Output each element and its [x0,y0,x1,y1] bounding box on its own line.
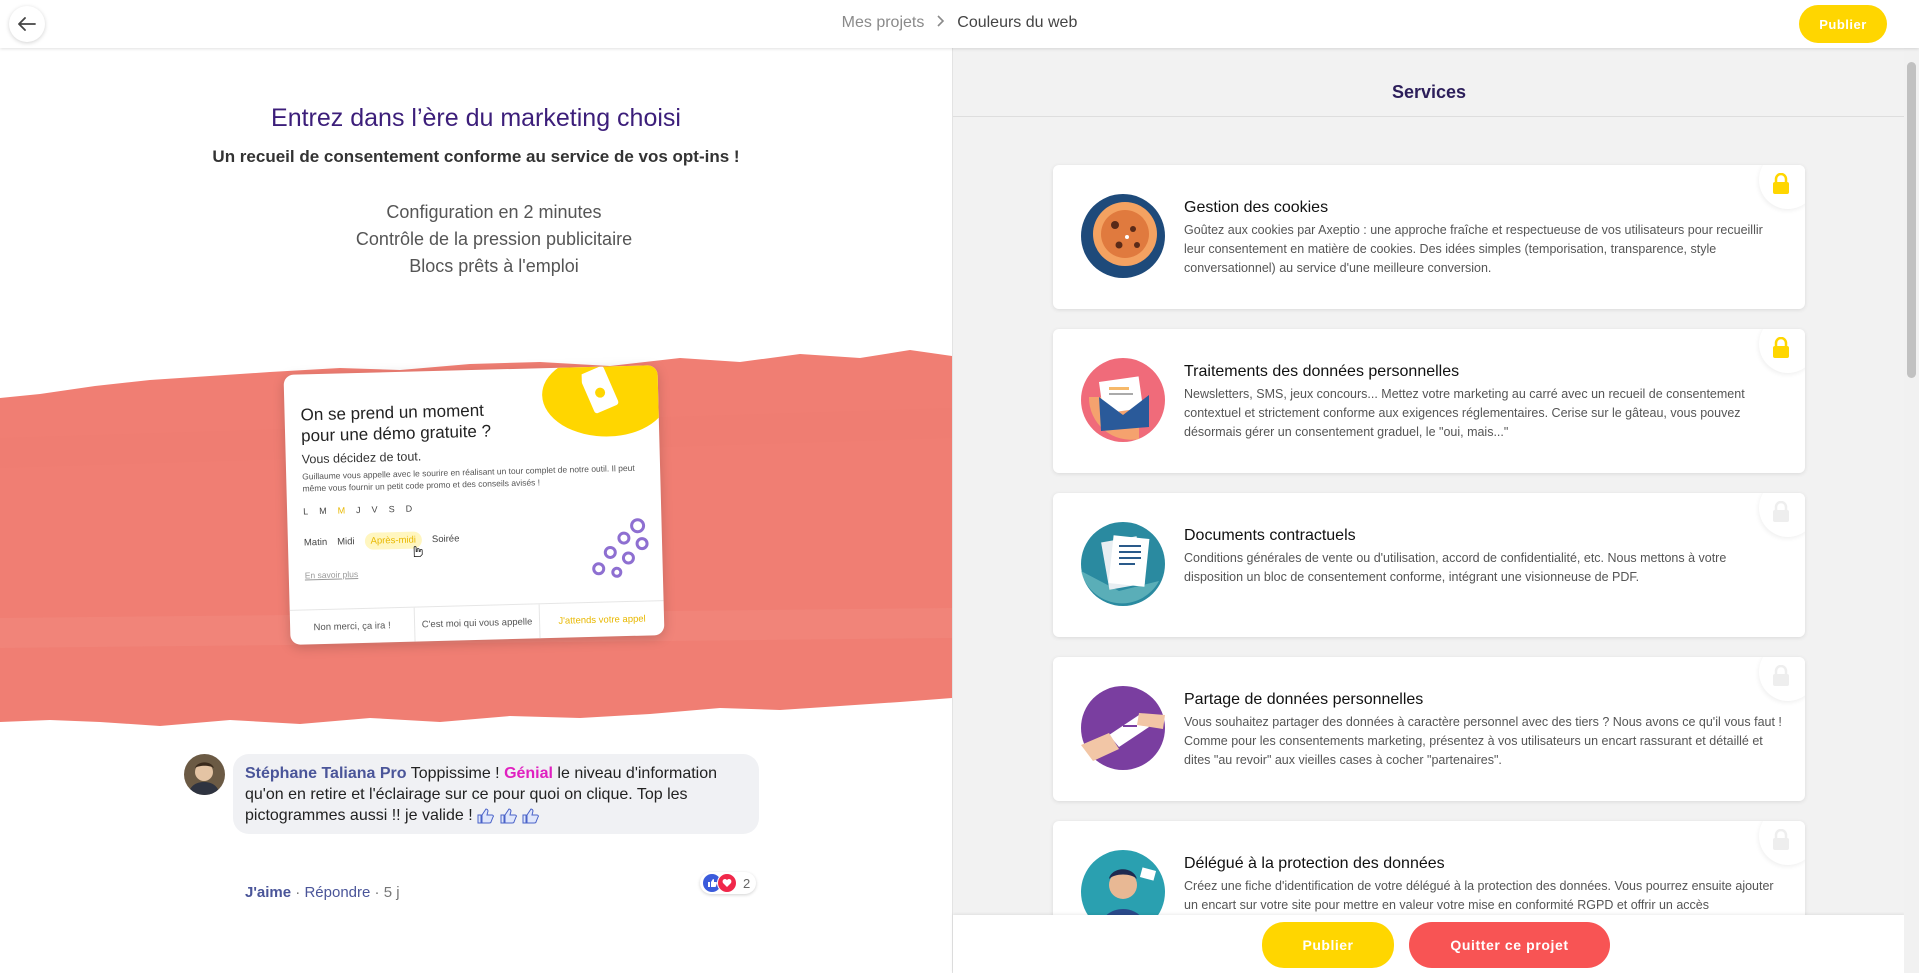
card-title: Gestion des cookies [1184,199,1329,216]
documents-icon [1081,522,1165,606]
call-yourself-button[interactable]: C'est moi qui vous appelle [414,604,541,642]
envelope-icon [1081,358,1165,442]
day-option[interactable]: S [388,504,394,514]
comment-time: 5 j [383,884,400,901]
cookie-icon [1081,194,1165,278]
breadcrumb-parent-link[interactable]: Mes projets [842,14,925,31]
card-description: Conditions générales de vente ou d'utili… [1184,551,1727,584]
top-bar: Mes projets Couleurs du web Publier [0,0,1919,48]
scrollbar-thumb[interactable] [1907,62,1916,378]
decline-button[interactable]: Non merci, ça ira ! [289,607,416,645]
comment-text: Stéphane Taliana Pro Toppissime ! Génial… [245,763,745,826]
card-description: Goûtez aux cookies par Axeptio : une app… [1184,223,1763,275]
lock-badge [1759,657,1805,701]
thumbs-up-icon [477,808,495,824]
separator: · [295,884,301,901]
avatar[interactable] [184,754,225,795]
comment-author[interactable]: Stéphane Taliana Pro [245,765,407,782]
breadcrumb: Mes projets Couleurs du web [0,14,1919,32]
lock-badge [1759,165,1805,209]
day-option[interactable]: J [356,505,361,515]
reactions-badge[interactable]: 2 [700,872,757,894]
card-title: Traitements des données personnelles [1184,363,1460,380]
feature-item: Contrôle de la pression publicitaire [355,229,633,249]
feature-item: Configuration en 2 minutes [386,202,602,222]
lock-icon [1773,173,1789,194]
hero-title: Entrez dans l’ère du marketing choisi [271,104,681,132]
day-option[interactable]: V [371,505,377,515]
lock-icon [1773,501,1789,522]
chevron-right-icon [937,14,945,32]
lock-badge [1759,493,1805,537]
services-title: Services [1391,82,1467,102]
separator: · [374,884,380,901]
demo-subtitle: Vous décidez de tout. [301,449,422,467]
services-header: Services [953,48,1905,117]
service-card-data-sharing[interactable]: Partage de données personnelles Vous sou… [1053,657,1805,801]
comment-highlight: Génial [504,765,553,782]
breadcrumb-current: Couleurs du web [957,14,1078,31]
slot-option[interactable]: Midi [337,536,355,547]
lock-badge [1759,329,1805,373]
service-card-cookies[interactable]: Gestion des cookies Goûtez aux cookies p… [1053,165,1805,309]
slot-option[interactable]: Matin [304,537,328,549]
scrollbar[interactable] [1904,48,1919,973]
demo-text: Guillaume vous appelle avec le sourire e… [302,462,635,494]
services-panel: Services Gestion des cookies Goûtez aux … [952,48,1905,973]
like-link[interactable]: J'aime [245,884,291,901]
card-description: Vous souhaitez partager des données à ca… [1184,715,1782,767]
quit-project-button[interactable]: Quitter ce projet [1409,922,1610,968]
preview-panel: Entrez dans l’ère du marketing choisi Un… [0,48,952,973]
card-description: Newsletters, SMS, jeux concours... Mette… [1184,387,1745,439]
service-card-personal-data[interactable]: Traitements des données personnelles New… [1053,329,1805,473]
love-reaction-icon [717,873,737,893]
day-option[interactable]: L [303,506,308,516]
publish-button-top[interactable]: Publier [1799,5,1887,43]
hero-subtitle: Un recueil de consentement conforme au s… [212,147,740,166]
cursor-hand-icon [413,546,423,557]
comment-part: Toppissime ! [410,765,500,782]
phone-icon [541,365,665,439]
handshake-icon [1081,686,1165,770]
reaction-count: 2 [743,875,751,891]
lock-icon [1773,665,1789,686]
wait-call-button[interactable]: J'attends votre appel [540,601,665,638]
service-card-contract-documents[interactable]: Documents contractuels Conditions généra… [1053,493,1805,637]
lock-icon [1773,337,1789,358]
demo-time-slots: Matin Midi Après-midi Soirée [304,530,460,551]
lock-icon [1773,829,1789,850]
day-option[interactable]: D [405,504,412,514]
comment-actions: J'aime · Répondre · 5 j [245,884,400,901]
day-option-selected[interactable]: M [337,505,345,515]
publish-button[interactable]: Publier [1262,922,1394,968]
decorative-dots [592,518,649,578]
comment-bubble: Stéphane Taliana Pro Toppissime ! Génial… [233,754,759,834]
card-description: Créez une fiche d'identification de votr… [1184,879,1774,912]
slot-option[interactable]: Soirée [432,533,460,545]
thumbs-up-icon [522,808,539,824]
bottom-action-bar: Publier Quitter ce projet [953,915,1905,973]
learn-more-link[interactable]: En savoir plus [305,569,359,580]
reply-link[interactable]: Répondre [304,884,370,901]
feature-item: Blocs prêts à l'emploi [409,256,579,276]
card-title: Documents contractuels [1184,527,1356,544]
lock-badge [1759,821,1805,865]
feature-list: Configuration en 2 minutes Contrôle de l… [0,199,952,280]
card-title: Partage de données personnelles [1184,691,1424,708]
day-option[interactable]: M [319,506,327,516]
card-title: Délégué à la protection des données [1184,855,1445,872]
demo-title: On se prend un moment pour une démo grat… [300,400,492,446]
thumbs-up-icon [500,808,517,824]
demo-days: L M M J V S D [303,504,412,517]
demo-popup-preview: On se prend un moment pour une démo grat… [283,365,665,645]
